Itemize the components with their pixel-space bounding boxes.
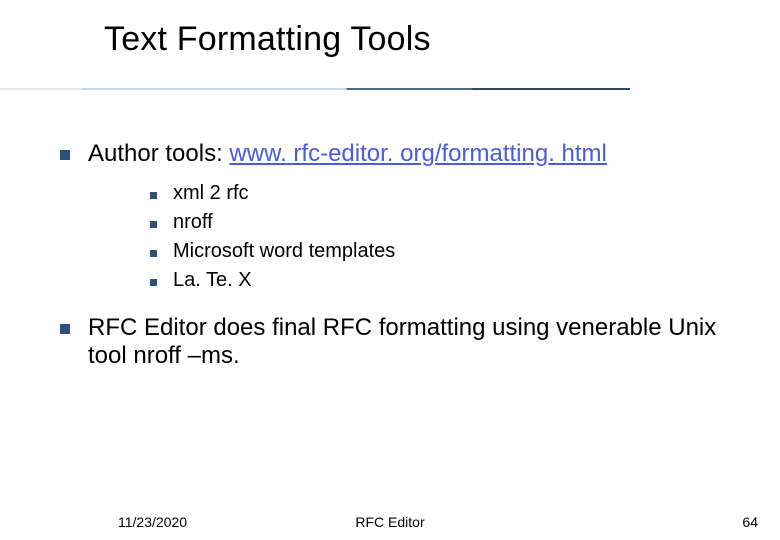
sub-bullet-label: xml 2 rfc: [173, 182, 249, 205]
bullet-text: RFC Editor does final RFC formatting usi…: [88, 314, 760, 370]
square-bullet-icon: [60, 324, 70, 334]
title-underline: [0, 88, 630, 90]
footer-page-number: 64: [742, 514, 758, 530]
author-tools-link[interactable]: www. rfc-editor. org/formatting. html: [229, 140, 606, 167]
sub-bullet-list: xml 2 rfc nroff Microsoft word templates…: [150, 182, 760, 292]
square-bullet-icon: [150, 250, 157, 257]
square-bullet-icon: [150, 279, 157, 286]
footer-center: RFC Editor: [355, 514, 424, 530]
sub-bullet-nroff: nroff: [150, 211, 760, 234]
bullet-author-tools: Author tools: www. rfc-editor. org/forma…: [60, 140, 760, 168]
slide: Text Formatting Tools Author tools: www.…: [0, 0, 780, 540]
slide-title: Text Formatting Tools: [0, 20, 780, 59]
square-bullet-icon: [60, 150, 70, 160]
bullet-prefix: Author tools:: [88, 140, 229, 167]
square-bullet-icon: [150, 221, 157, 228]
sub-bullet-msword: Microsoft word templates: [150, 240, 760, 263]
sub-bullet-latex: La. Te. X: [150, 269, 760, 292]
footer-date: 11/23/2020: [118, 514, 187, 530]
square-bullet-icon: [150, 192, 157, 199]
sub-bullet-xml2rfc: xml 2 rfc: [150, 182, 760, 205]
bullet-text: Author tools: www. rfc-editor. org/forma…: [88, 140, 607, 168]
bullet-rfc-editor: RFC Editor does final RFC formatting usi…: [60, 314, 760, 370]
sub-bullet-label: Microsoft word templates: [173, 240, 395, 263]
title-block: Text Formatting Tools: [0, 20, 780, 59]
content-block: Author tools: www. rfc-editor. org/forma…: [60, 140, 760, 384]
sub-bullet-label: La. Te. X: [173, 269, 252, 292]
sub-bullet-label: nroff: [173, 211, 213, 234]
